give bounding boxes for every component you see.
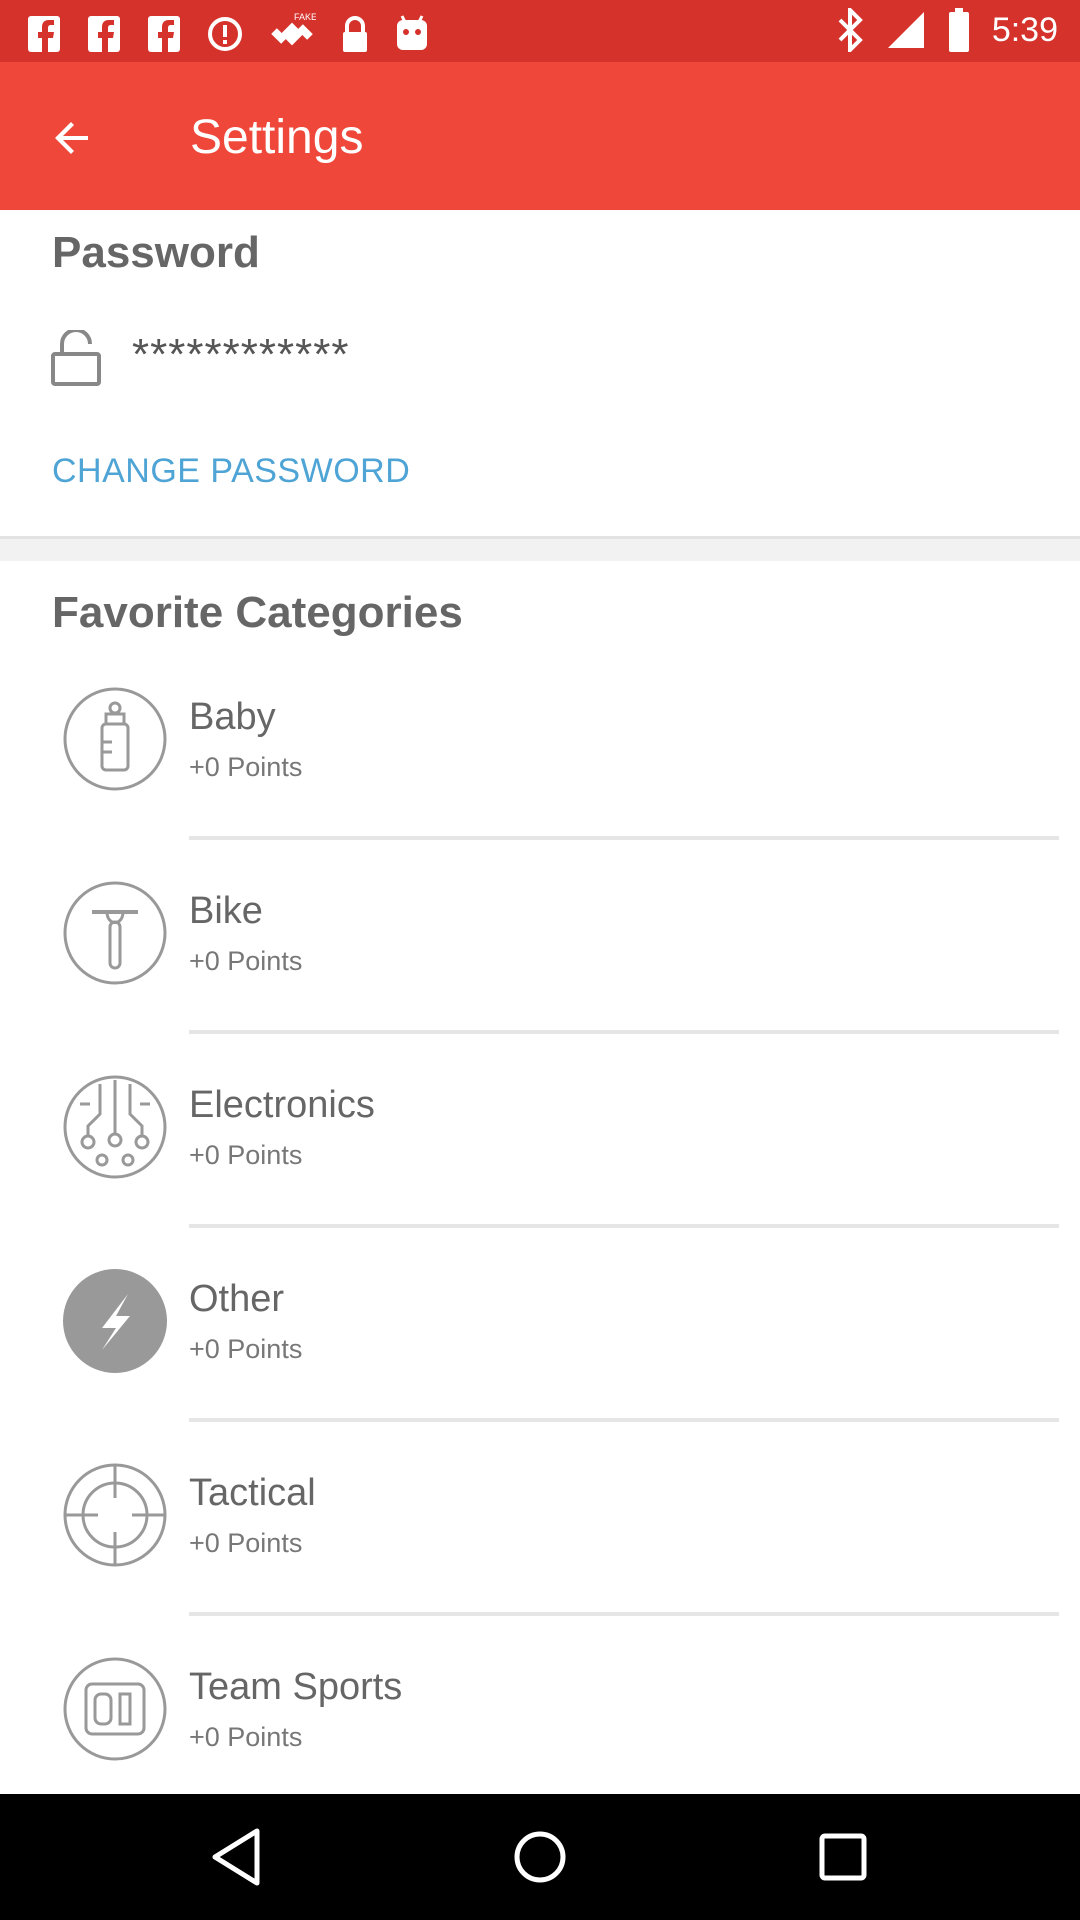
back-button[interactable]	[40, 106, 104, 170]
arrow-back-icon	[55, 122, 88, 154]
app-bar: Settings	[0, 62, 1080, 210]
password-section-title: Password	[52, 228, 260, 277]
home-nav-icon	[514, 1831, 566, 1883]
fake-gps-icon: FAKE	[271, 12, 316, 46]
circuit-icon	[63, 1075, 167, 1179]
jersey-number-icon	[63, 1657, 167, 1761]
category-points: +0 Points	[189, 1140, 303, 1170]
category-name: Bike	[189, 890, 263, 932]
category-points: +0 Points	[189, 1528, 303, 1558]
category-name: Team Sports	[189, 1666, 403, 1708]
change-password-button[interactable]: CHANGE PASSWORD	[52, 452, 410, 491]
category-item-tactical[interactable]: Tactical +0 Points	[0, 1462, 1080, 1656]
status-icons-right: 5:39	[836, 8, 1058, 52]
section-divider	[0, 536, 1080, 561]
system-nav-bar	[0, 1794, 1080, 1920]
category-item-baby[interactable]: Baby +0 Points	[0, 686, 1080, 880]
status-icons-left: FAKE	[26, 10, 430, 58]
baby-bottle-icon	[63, 687, 167, 791]
list-divider	[189, 1418, 1059, 1422]
password-value: ************	[132, 330, 350, 379]
lock-icon	[343, 16, 367, 52]
recents-nav-icon	[819, 1833, 867, 1881]
back-nav-icon	[212, 1828, 260, 1886]
android-icon	[397, 15, 427, 50]
svg-text:FAKE: FAKE	[294, 12, 316, 22]
nav-recents-button[interactable]	[810, 1824, 876, 1890]
category-name: Baby	[189, 696, 276, 738]
nav-back-button[interactable]	[204, 1824, 270, 1890]
list-divider	[189, 1224, 1059, 1228]
nav-home-button[interactable]	[507, 1824, 573, 1890]
list-divider	[189, 836, 1059, 840]
alert-icon	[208, 17, 242, 51]
category-name: Electronics	[189, 1084, 375, 1126]
crosshair-icon	[63, 1463, 167, 1567]
facebook-icon	[148, 16, 180, 52]
lock-outline-icon	[51, 330, 101, 386]
list-divider	[189, 1612, 1059, 1616]
category-name: Other	[189, 1278, 285, 1320]
category-item-bike[interactable]: Bike +0 Points	[0, 880, 1080, 1074]
status-bar: FAKE 5:39	[0, 0, 1080, 62]
category-name: Tactical	[189, 1472, 316, 1514]
signal-icon	[887, 12, 924, 48]
category-points: +0 Points	[189, 1722, 303, 1752]
category-points: +0 Points	[189, 946, 303, 976]
password-row: ************	[50, 330, 349, 386]
category-item-electronics[interactable]: Electronics +0 Points	[0, 1074, 1080, 1268]
category-points: +0 Points	[189, 1334, 303, 1364]
list-divider	[189, 1030, 1059, 1034]
bike-icon	[63, 881, 167, 985]
facebook-icon	[88, 16, 120, 52]
page-title: Settings	[190, 111, 364, 164]
battery-icon	[948, 8, 969, 52]
category-points: +0 Points	[189, 752, 303, 782]
status-time: 5:39	[991, 10, 1058, 49]
facebook-icon	[28, 16, 60, 52]
lightning-icon	[63, 1269, 167, 1373]
bluetooth-icon	[838, 8, 863, 52]
category-item-other[interactable]: Other +0 Points	[0, 1268, 1080, 1462]
categories-section-title: Favorite Categories	[52, 588, 463, 637]
